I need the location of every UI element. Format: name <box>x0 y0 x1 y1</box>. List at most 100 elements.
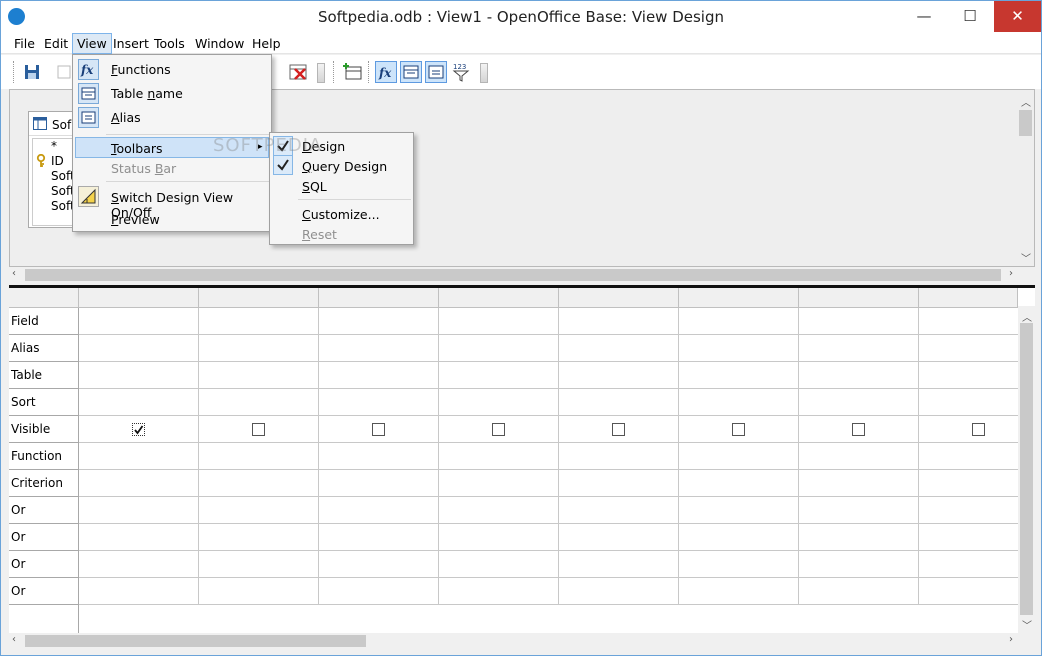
grid-cell-sort[interactable] <box>439 389 558 415</box>
grid-cell-criterion[interactable] <box>79 470 198 496</box>
grid-cell-alias[interactable] <box>439 335 558 361</box>
grid-cell-or[interactable] <box>679 578 798 604</box>
grid-cell-or[interactable] <box>439 551 558 577</box>
scroll-down-icon[interactable]: ﹀ <box>1022 617 1032 632</box>
column-header[interactable] <box>679 288 799 308</box>
grid-cell-sort[interactable] <box>319 389 438 415</box>
save-button[interactable] <box>21 61 43 83</box>
grid-cell-function[interactable] <box>439 443 558 469</box>
grid-cell-table[interactable] <box>439 362 558 388</box>
table-name-toolbar-button[interactable] <box>400 61 422 83</box>
design-horizontal-scrollbar[interactable]: ‹ › <box>9 267 1035 283</box>
toolbars-reset[interactable]: Reset <box>302 227 337 242</box>
grid-cell-or[interactable] <box>559 578 678 604</box>
grid-cell-or[interactable] <box>559 524 678 550</box>
grid-cell-table[interactable] <box>679 362 798 388</box>
grid-cell-or[interactable] <box>79 578 198 604</box>
scroll-down-icon[interactable]: ﹀ <box>1021 250 1031 265</box>
grid-cell-function[interactable] <box>559 443 678 469</box>
grid-cell-criterion[interactable] <box>679 470 798 496</box>
grid-cell-sort[interactable] <box>559 389 678 415</box>
grid-cell-table[interactable] <box>79 362 198 388</box>
scrollbar-thumb[interactable] <box>25 269 1001 281</box>
grid-cell-or[interactable] <box>79 497 198 523</box>
grid-cell-or[interactable] <box>319 497 438 523</box>
grid-cell-sort[interactable] <box>679 389 798 415</box>
grid-cell-or[interactable] <box>79 551 198 577</box>
maximize-button[interactable]: ☐ <box>947 1 993 32</box>
grid-cell-field[interactable] <box>199 308 318 334</box>
grid-cell-table[interactable] <box>559 362 678 388</box>
grid-cell-field[interactable] <box>319 308 438 334</box>
grid-cell-or[interactable] <box>319 524 438 550</box>
grid-cell-or[interactable] <box>199 497 318 523</box>
grid-cell-alias[interactable] <box>319 335 438 361</box>
view-menu-alias[interactable]: Alias <box>111 110 141 125</box>
visible-checkbox[interactable] <box>852 423 865 436</box>
grid-cell-or[interactable] <box>799 551 918 577</box>
grid-cell-field[interactable] <box>79 308 198 334</box>
distinct-values-button[interactable]: 123 <box>450 61 472 83</box>
add-table-button[interactable] <box>342 61 364 83</box>
column-header[interactable] <box>799 288 919 308</box>
toolbar-grip[interactable] <box>333 61 336 83</box>
toolbar-dropdown[interactable] <box>480 63 488 83</box>
grid-cell-alias[interactable] <box>679 335 798 361</box>
grid-cell-field[interactable] <box>559 308 678 334</box>
view-menu-functions[interactable]: Functions <box>111 62 171 77</box>
scroll-left-icon[interactable]: ‹ <box>12 634 16 645</box>
scrollbar-thumb[interactable] <box>1020 323 1033 615</box>
visible-checkbox[interactable] <box>492 423 505 436</box>
grid-cell-or[interactable] <box>199 551 318 577</box>
grid-cell-field[interactable] <box>799 308 918 334</box>
toolbar-grip[interactable] <box>368 61 371 83</box>
alias-toolbar-button[interactable] <box>425 61 447 83</box>
toolbars-sql[interactable]: SQL <box>302 179 327 194</box>
minimize-button[interactable]: — <box>901 1 947 32</box>
toolbar-grip[interactable] <box>13 61 16 83</box>
grid-cell-sort[interactable] <box>79 389 198 415</box>
grid-cell-field[interactable] <box>439 308 558 334</box>
grid-cell-criterion[interactable] <box>199 470 318 496</box>
menu-edit[interactable]: Edit <box>44 36 68 51</box>
grid-cell-or[interactable] <box>559 497 678 523</box>
menu-help[interactable]: Help <box>252 36 281 51</box>
scrollbar-thumb[interactable] <box>1019 110 1032 136</box>
grid-cell-or[interactable] <box>439 524 558 550</box>
scrollbar-thumb[interactable] <box>25 635 366 647</box>
scroll-up-icon[interactable]: ︿ <box>1021 94 1031 109</box>
grid-vertical-scrollbar[interactable]: ︿ ﹀ <box>1018 306 1035 633</box>
grid-cell-alias[interactable] <box>79 335 198 361</box>
grid-cell-table[interactable] <box>319 362 438 388</box>
delete-table-button[interactable] <box>287 61 309 83</box>
grid-cell-alias[interactable] <box>199 335 318 361</box>
field-item[interactable]: * <box>51 139 57 153</box>
column-header[interactable] <box>319 288 439 308</box>
grid-cell-function[interactable] <box>679 443 798 469</box>
grid-cell-or[interactable] <box>199 524 318 550</box>
grid-cell-function[interactable] <box>199 443 318 469</box>
grid-cell-alias[interactable] <box>559 335 678 361</box>
grid-cell-field[interactable] <box>679 308 798 334</box>
grid-cell-alias[interactable] <box>799 335 918 361</box>
view-menu-status-bar[interactable]: Status Bar <box>111 161 176 176</box>
grid-cell-or[interactable] <box>199 578 318 604</box>
grid-cell-or[interactable] <box>79 524 198 550</box>
visible-checkbox[interactable] <box>372 423 385 436</box>
menu-insert[interactable]: Insert <box>113 36 149 51</box>
toolbars-query-design[interactable]: Query Design <box>302 159 387 174</box>
grid-cell-or[interactable] <box>439 497 558 523</box>
scroll-right-icon[interactable]: › <box>1009 268 1013 279</box>
field-list[interactable]: * ID Soft Soft Soft <box>32 138 75 226</box>
grid-cell-or[interactable] <box>679 497 798 523</box>
grid-cell-table[interactable] <box>799 362 918 388</box>
table-window-header[interactable]: Sof <box>29 112 75 136</box>
visible-checkbox[interactable] <box>612 423 625 436</box>
grid-horizontal-scrollbar[interactable]: ‹ › <box>9 633 1035 649</box>
column-header[interactable] <box>559 288 679 308</box>
grid-cell-sort[interactable] <box>799 389 918 415</box>
grid-cell-or[interactable] <box>319 578 438 604</box>
menu-tools[interactable]: Tools <box>154 36 185 51</box>
grid-cell-table[interactable] <box>199 362 318 388</box>
scroll-up-icon[interactable]: ︿ <box>1022 309 1032 324</box>
